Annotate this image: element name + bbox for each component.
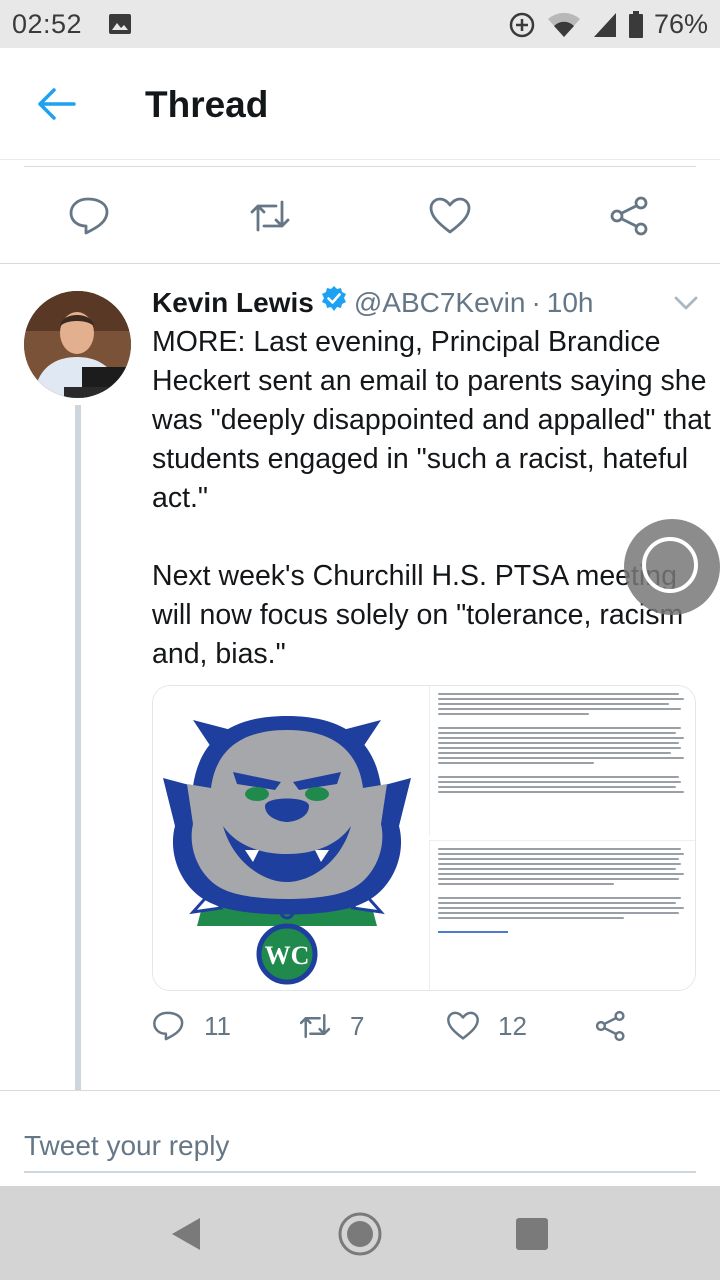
app-bar: Thread: [0, 48, 720, 160]
reply-icon: [152, 1010, 186, 1042]
retweet-icon: [298, 1010, 332, 1042]
thread-line: [75, 405, 81, 1093]
avatar[interactable]: [24, 291, 131, 398]
share-icon[interactable]: [608, 196, 652, 236]
battery-icon: [628, 10, 644, 39]
data-saver-icon: [508, 11, 536, 39]
status-time: 02:52: [12, 9, 83, 39]
retweet-button[interactable]: 7: [298, 1010, 364, 1042]
page-title: Thread: [145, 84, 269, 125]
recents-nav-icon[interactable]: [508, 1210, 556, 1258]
logo-letters: WC: [265, 941, 310, 970]
tweet-header: Kevin Lewis @ABC7Kevin · 10h: [152, 285, 594, 320]
reply-composer: [0, 1090, 720, 1186]
reply-count: 11: [204, 1010, 231, 1041]
assistive-touch-button[interactable]: [624, 519, 720, 615]
wifi-icon: [546, 11, 582, 39]
media-letter-page-2[interactable]: [429, 840, 695, 990]
signal-icon: [592, 11, 618, 39]
share-icon: [594, 1010, 628, 1042]
reply-button[interactable]: 11: [152, 1010, 231, 1042]
share-button[interactable]: [594, 1010, 628, 1042]
battery-percentage: 76%: [653, 9, 708, 39]
arrow-left-icon[interactable]: [34, 86, 78, 122]
tweet-time: 10h: [546, 286, 594, 318]
status-bar: 02:52 76%: [0, 0, 720, 48]
author-name[interactable]: Kevin Lewis: [152, 287, 314, 319]
like-icon[interactable]: [428, 196, 472, 236]
tweet-actions: 11 7 12: [152, 1010, 696, 1050]
author-handle[interactable]: @ABC7Kevin: [354, 287, 526, 319]
media-letter-page-1[interactable]: [429, 686, 695, 836]
like-icon: [446, 1010, 480, 1042]
status-icons: 76%: [508, 9, 708, 40]
reply-input[interactable]: [24, 1121, 696, 1173]
tweet-text: MORE: Last evening, Principal Brandice H…: [152, 326, 711, 670]
divider: [24, 166, 696, 167]
letter-text-block: [430, 841, 695, 940]
verified-badge-icon: [320, 285, 348, 320]
like-count: 12: [498, 1010, 527, 1041]
reply-icon[interactable]: [68, 196, 112, 236]
header-separator: ·: [531, 286, 541, 318]
system-nav-bar: [0, 1186, 720, 1280]
letter-text-block: [430, 686, 695, 800]
app-screen: 02:52 76% Thread Kevin Lewis @ABC7Kevin …: [0, 0, 720, 1280]
retweet-count: 7: [350, 1010, 365, 1041]
tweet[interactable]: Kevin Lewis @ABC7Kevin · 10h MORE: Last …: [0, 265, 720, 1093]
chevron-down-icon[interactable]: [672, 293, 700, 313]
previous-tweet-actions: [0, 168, 720, 264]
retweet-icon[interactable]: [248, 196, 292, 236]
letter-link[interactable]: [438, 931, 508, 933]
tweet-media: WC: [152, 685, 696, 991]
home-nav-icon[interactable]: [336, 1210, 384, 1258]
like-button[interactable]: 12: [446, 1010, 527, 1042]
media-bulldog-logo[interactable]: WC: [153, 686, 421, 990]
image-icon: [108, 12, 132, 43]
back-nav-icon[interactable]: [162, 1210, 210, 1258]
